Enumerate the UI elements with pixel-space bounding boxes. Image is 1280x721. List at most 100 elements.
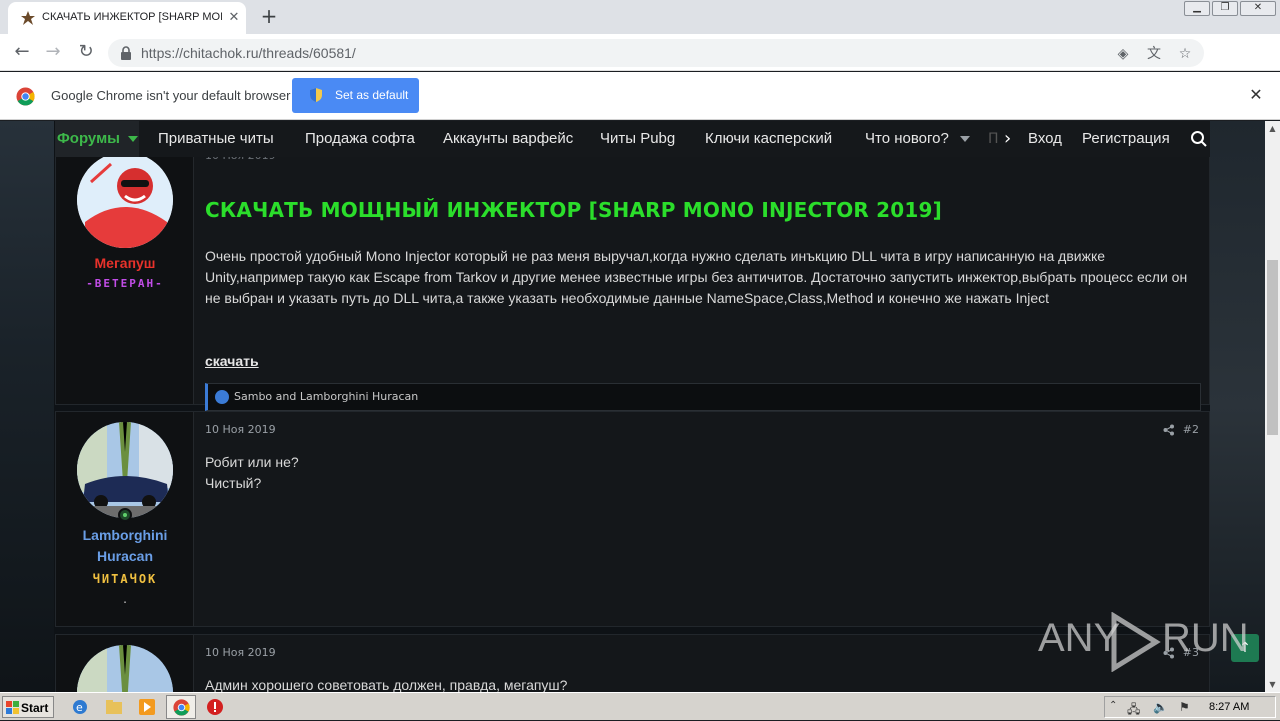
message-line: Робит или не? [205,454,299,470]
post-message: Админ хорошего советовать должен, правда… [205,675,567,692]
post-2: Lamborghini Huracan ЧИТАЧОК . 10 Ноя 201… [55,411,1210,627]
reactions-bar[interactable]: Sambo and Lamborghini Huracan [205,383,1201,411]
download-link[interactable]: скачать [205,353,259,369]
window-close-button[interactable]: ✕ [1240,1,1276,16]
start-button[interactable]: Start [2,696,54,718]
explorer-folder-icon[interactable] [105,698,123,716]
nav-item-kaspersky-keys[interactable]: Ключи касперский [705,130,832,147]
chevron-right-icon: › [1004,128,1012,149]
author-avatar[interactable] [77,645,173,692]
post-body: 10 Ноя 2019 #2 Робит или не? Чистый? [194,412,1209,626]
default-browser-infobar: Google Chrome isn't your default browser… [0,72,1280,120]
site-favicon-icon [21,11,35,25]
share-icon[interactable] [1163,424,1175,436]
url-path: /threads/60581/ [258,45,356,61]
post-author-panel: Мегапуш -ВЕТЕРАН- [56,140,194,404]
reactions-text: Sambo and Lamborghini Huracan [234,390,419,403]
forum-navbar: Форумы Приватные читы Продажа софта Акка… [55,121,1210,157]
nav-item-software-sale[interactable]: Продажа софта [305,130,415,147]
chrome-logo-icon [16,87,35,106]
ie-icon[interactable]: e [71,698,89,716]
post-message: Очень простой удобный Mono Injector кото… [205,248,1188,306]
post-body: 10 Ноя 2019 СКАЧАТЬ МОЩНЫЙ ИНЖЕКТОР [SHA… [194,140,1209,411]
avatar-image [77,422,173,518]
post-author-panel [56,635,194,692]
chrome-icon [173,699,190,716]
forward-arrow-icon[interactable]: → [41,41,65,65]
minimize-button[interactable]: ▁ [1184,1,1210,16]
reload-icon[interactable]: ↻ [74,41,98,65]
nav-forums-tab[interactable]: Форумы [55,121,139,157]
nav-item-private-cheats[interactable]: Приватные читы [158,130,274,147]
nav-item-whats-new[interactable]: Что нового? [865,130,949,147]
chevron-down-icon[interactable] [128,136,138,142]
windows-taskbar: Start e ⌃ 🖧 🔈 ⚑ 8:27 AM [0,692,1280,720]
blocked-content-icon[interactable]: ◈ [1114,45,1132,63]
uac-shield-icon [310,88,322,102]
page-content[interactable]: Мегапуш -ВЕТЕРАН- 10 Ноя 2019 СКАЧАТЬ МО… [0,121,1265,692]
svg-text:e: e [76,701,83,714]
system-tray: ⌃ 🖧 🔈 ⚑ 8:27 AM [1104,696,1276,718]
message-line: Админ хорошего советовать должен, правда… [205,677,568,692]
message-line: Чистый? [205,475,262,491]
browser-tab[interactable]: СКАЧАТЬ ИНЖЕКТОР [SHARP MONO INJECTOR 20… [8,2,246,34]
set-as-default-button[interactable]: Set as default [292,78,419,113]
avatar-image [77,645,173,692]
media-player-icon[interactable] [138,698,156,716]
tab-strip: СКАЧАТЬ ИНЖЕКТОР [SHARP MONO INJECTOR 20… [0,0,1280,34]
clock[interactable]: 8:27 AM [1209,701,1249,713]
play-logo-icon [1111,612,1161,672]
chrome-taskbar-button[interactable] [166,695,196,719]
address-bar[interactable]: https://chitachok.ru/threads/60581/ ◈ 文 … [108,39,1204,67]
post-date[interactable]: 10 Ноя 2019 [205,646,276,659]
author-title: -ВЕТЕРАН- [86,277,164,290]
nav-item-warface-accounts[interactable]: Аккаунты варфейс [443,130,573,147]
online-status-icon [118,508,132,522]
post-author-panel: Lamborghini Huracan ЧИТАЧОК . [56,412,194,626]
maximize-button[interactable]: ❐ [1212,1,1238,16]
infobar-message: Google Chrome isn't your default browser [51,88,291,103]
watermark-right: RUN [1162,616,1249,660]
network-icon[interactable]: 🖧 [1127,700,1140,721]
tray-expand-icon[interactable]: ⌃ [1109,700,1117,711]
avatar-image [77,152,173,248]
page-scrollbar[interactable]: ▲ ▼ [1265,121,1280,692]
scroll-down-arrow-icon[interactable]: ▼ [1265,677,1280,692]
infobar-close-icon[interactable]: ✕ [1247,86,1265,104]
post-message: Робит или не? Чистый? [205,452,299,494]
stop-icon[interactable] [206,698,224,716]
search-icon[interactable] [1190,130,1208,148]
action-center-flag-icon[interactable]: ⚑ [1179,700,1190,714]
tab-close-icon[interactable]: ✕ [226,10,242,26]
new-tab-button[interactable]: + [258,6,280,28]
author-extra: . [123,592,127,606]
chevron-down-icon[interactable] [960,136,970,142]
scroll-thumb[interactable] [1267,260,1278,435]
nav-more-button[interactable]: П › [988,121,1026,157]
start-label: Start [21,701,49,715]
volume-icon[interactable]: 🔈 [1153,700,1168,714]
anyrun-watermark: ANY RUN [1038,612,1249,672]
register-link[interactable]: Регистрация [1082,130,1170,147]
browser-toolbar: ← → ↻ https://chitachok.ru/threads/60581… [0,34,1280,97]
bookmark-star-icon[interactable]: ☆ [1176,45,1194,63]
author-name[interactable]: Мегапуш [56,253,194,274]
login-link[interactable]: Вход [1028,130,1062,147]
post-number[interactable]: #2 [1183,423,1199,436]
author-avatar[interactable] [77,422,173,518]
nav-item-pubg-cheats[interactable]: Читы Pubg [600,130,675,147]
background-art-right [1210,121,1265,692]
lock-icon [121,46,131,60]
post-date[interactable]: 10 Ноя 2019 [205,423,276,436]
nav-overflow-fragment: П [988,131,999,147]
tab-title: СКАЧАТЬ ИНЖЕКТОР [SHARP MONO INJECTOR 20… [42,11,222,23]
windows-logo-icon [6,701,19,714]
author-avatar[interactable] [77,152,173,248]
author-title: ЧИТАЧОК [92,572,158,586]
back-arrow-icon[interactable]: ← [10,41,34,65]
post-1: Мегапуш -ВЕТЕРАН- 10 Ноя 2019 СКАЧАТЬ МО… [55,139,1210,411]
author-name[interactable]: Lamborghini Huracan [56,525,194,567]
translate-icon[interactable]: 文 [1145,45,1163,63]
set-as-default-label: Set as default [335,88,409,102]
scroll-up-arrow-icon[interactable]: ▲ [1265,121,1280,136]
